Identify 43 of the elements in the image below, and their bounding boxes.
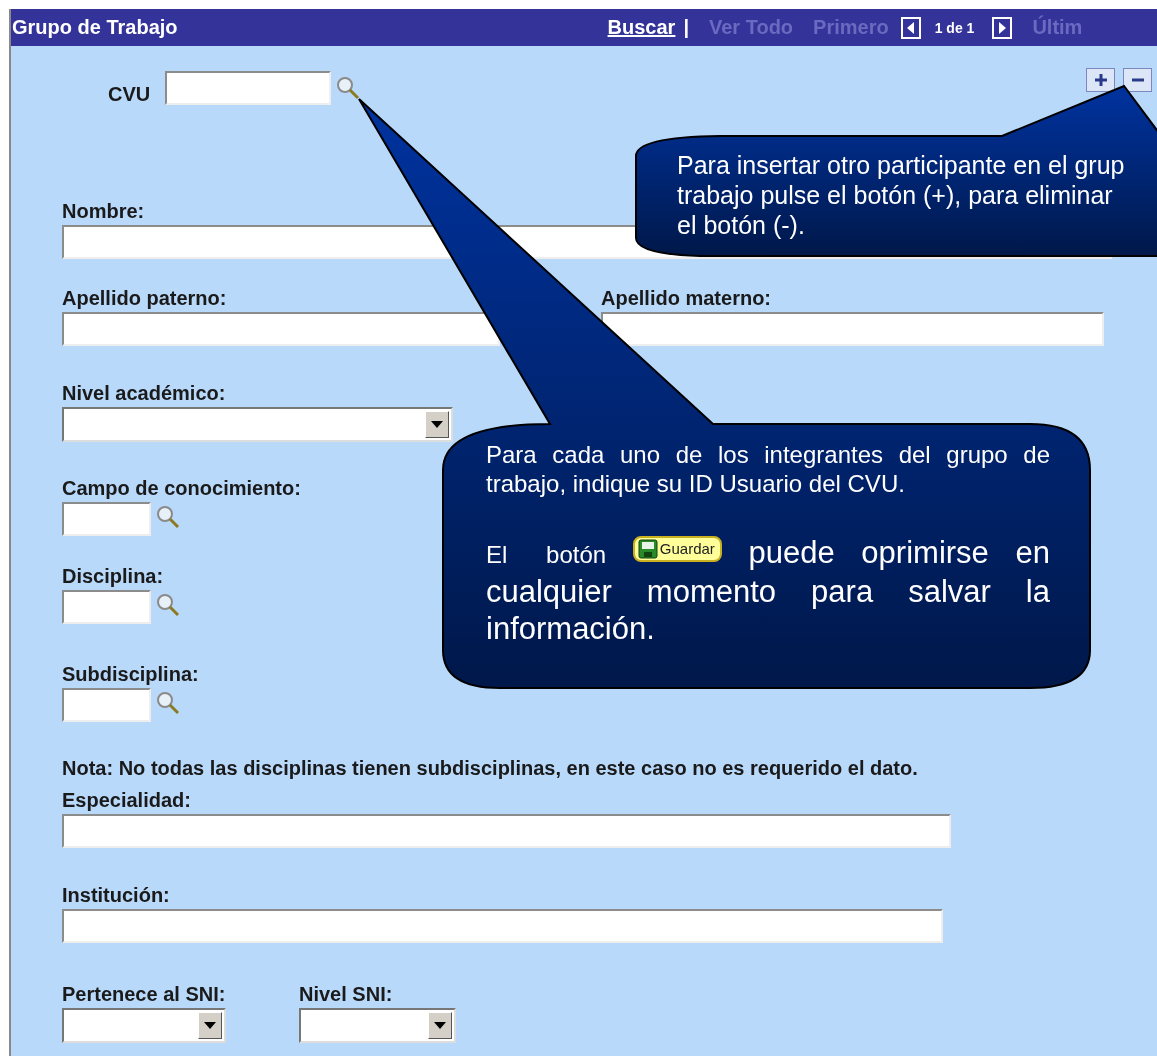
text-field[interactable]: [62, 814, 951, 848]
help-text: Para insertar otro participante en el grup trabajo pulse el botón (+), para eliminar el botón (-).: [677, 150, 1125, 240]
dropdown-field[interactable]: [62, 1008, 226, 1043]
field-label: Campo de conocimiento:: [62, 477, 301, 499]
field-label: Institución:: [62, 884, 170, 906]
lookup-field[interactable]: [62, 502, 151, 536]
lookup-field[interactable]: [62, 688, 151, 722]
text-field[interactable]: [601, 312, 1104, 346]
separator: |: [683, 16, 689, 39]
help-text: Para cada uno de los integrantes del grupo de trabajo, indique su ID Usuario del CVU.: [486, 440, 1050, 498]
text-field[interactable]: [62, 312, 500, 346]
search-link[interactable]: Buscar: [607, 16, 676, 39]
delete-row-button[interactable]: [1123, 68, 1153, 92]
page-count: 1 de 1: [934, 19, 975, 36]
field-label: Disciplina:: [62, 565, 164, 587]
text-field[interactable]: [62, 909, 943, 943]
field-label: CVU: [108, 83, 151, 105]
field-label: Nombre:: [62, 200, 145, 222]
search-icon[interactable]: [155, 504, 181, 530]
dropdown-arrow-icon: [434, 1021, 446, 1030]
search-icon[interactable]: [155, 592, 181, 618]
section-title: Grupo de Trabajo: [12, 16, 178, 39]
dropdown-field[interactable]: [62, 407, 453, 442]
field-label: Nivel académico:: [62, 382, 226, 404]
dropdown-arrow-icon: [431, 420, 443, 429]
field-label: Especialidad:: [62, 789, 191, 811]
field-label: Pertenece al SNI:: [62, 983, 226, 1005]
next-icon[interactable]: [992, 16, 1013, 39]
cvu-field[interactable]: [165, 71, 332, 105]
help-text: El botón Guardar puede oprimirse en cualquier momento para salvar la información.: [486, 534, 1050, 647]
field-label: Apellido paterno:: [62, 287, 227, 309]
dropdown-field[interactable]: [299, 1008, 456, 1043]
field-label: Apellido materno:: [601, 287, 771, 309]
field-label: Subdisciplina:: [62, 663, 199, 685]
previous-icon[interactable]: [900, 16, 921, 39]
search-icon[interactable]: [155, 690, 181, 716]
note-text: Nota: No todas las disciplinas tienen subdisciplinas, en este caso no es requerido el dato.: [62, 757, 918, 779]
dropdown-arrow-icon: [204, 1021, 216, 1030]
plus-icon: [1092, 72, 1109, 88]
lookup-field[interactable]: [62, 590, 151, 624]
add-row-button[interactable]: [1086, 68, 1116, 92]
field-label: Nivel SNI:: [299, 983, 393, 1005]
search-icon[interactable]: [335, 75, 362, 101]
